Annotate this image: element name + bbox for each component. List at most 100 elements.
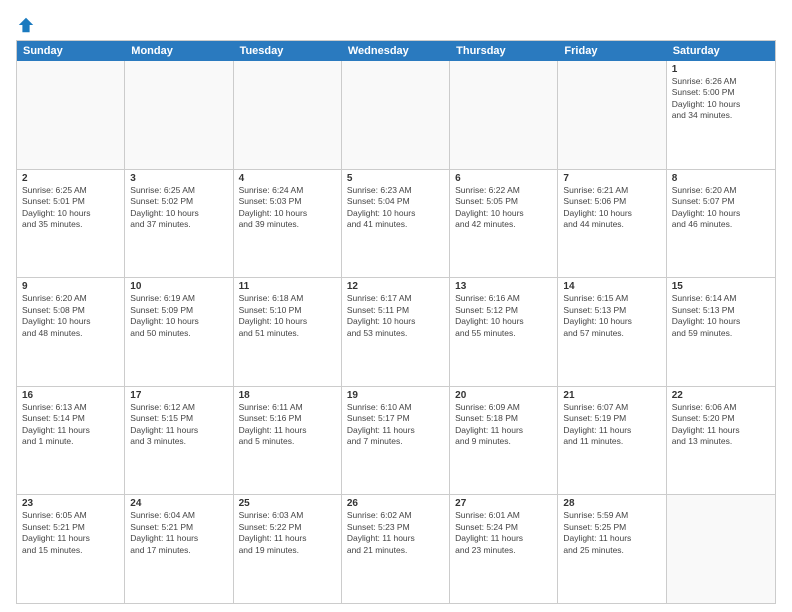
- day-number: 5: [347, 173, 444, 184]
- day-cell: 25Sunrise: 6:03 AM Sunset: 5:22 PM Dayli…: [234, 495, 342, 603]
- day-cell: 27Sunrise: 6:01 AM Sunset: 5:24 PM Dayli…: [450, 495, 558, 603]
- day-cell: 20Sunrise: 6:09 AM Sunset: 5:18 PM Dayli…: [450, 387, 558, 495]
- day-info: Sunrise: 6:10 AM Sunset: 5:17 PM Dayligh…: [347, 402, 444, 448]
- day-info: Sunrise: 6:12 AM Sunset: 5:15 PM Dayligh…: [130, 402, 227, 448]
- day-cell: 18Sunrise: 6:11 AM Sunset: 5:16 PM Dayli…: [234, 387, 342, 495]
- day-cell: 6Sunrise: 6:22 AM Sunset: 5:05 PM Daylig…: [450, 170, 558, 278]
- day-info: Sunrise: 6:01 AM Sunset: 5:24 PM Dayligh…: [455, 510, 552, 556]
- day-info: Sunrise: 6:09 AM Sunset: 5:18 PM Dayligh…: [455, 402, 552, 448]
- week-row-1: 1Sunrise: 6:26 AM Sunset: 5:00 PM Daylig…: [17, 61, 775, 169]
- day-cell: [450, 61, 558, 169]
- day-number: 24: [130, 498, 227, 509]
- day-info: Sunrise: 6:26 AM Sunset: 5:00 PM Dayligh…: [672, 76, 770, 122]
- day-header-thursday: Thursday: [450, 41, 558, 61]
- day-number: 22: [672, 390, 770, 401]
- day-info: Sunrise: 6:25 AM Sunset: 5:01 PM Dayligh…: [22, 185, 119, 231]
- day-number: 21: [563, 390, 660, 401]
- day-header-tuesday: Tuesday: [234, 41, 342, 61]
- day-number: 17: [130, 390, 227, 401]
- day-info: Sunrise: 6:02 AM Sunset: 5:23 PM Dayligh…: [347, 510, 444, 556]
- day-info: Sunrise: 6:25 AM Sunset: 5:02 PM Dayligh…: [130, 185, 227, 231]
- day-cell: 15Sunrise: 6:14 AM Sunset: 5:13 PM Dayli…: [667, 278, 775, 386]
- day-header-wednesday: Wednesday: [342, 41, 450, 61]
- day-info: Sunrise: 6:19 AM Sunset: 5:09 PM Dayligh…: [130, 293, 227, 339]
- day-info: Sunrise: 6:04 AM Sunset: 5:21 PM Dayligh…: [130, 510, 227, 556]
- day-info: Sunrise: 6:16 AM Sunset: 5:12 PM Dayligh…: [455, 293, 552, 339]
- day-cell: 19Sunrise: 6:10 AM Sunset: 5:17 PM Dayli…: [342, 387, 450, 495]
- day-number: 19: [347, 390, 444, 401]
- day-info: Sunrise: 6:17 AM Sunset: 5:11 PM Dayligh…: [347, 293, 444, 339]
- day-cell: 17Sunrise: 6:12 AM Sunset: 5:15 PM Dayli…: [125, 387, 233, 495]
- calendar: SundayMondayTuesdayWednesdayThursdayFrid…: [16, 40, 776, 604]
- week-row-5: 23Sunrise: 6:05 AM Sunset: 5:21 PM Dayli…: [17, 494, 775, 603]
- day-number: 9: [22, 281, 119, 292]
- day-number: 25: [239, 498, 336, 509]
- day-number: 18: [239, 390, 336, 401]
- header: [16, 12, 776, 34]
- week-row-2: 2Sunrise: 6:25 AM Sunset: 5:01 PM Daylig…: [17, 169, 775, 278]
- day-number: 2: [22, 173, 119, 184]
- day-cell: 26Sunrise: 6:02 AM Sunset: 5:23 PM Dayli…: [342, 495, 450, 603]
- day-info: Sunrise: 6:20 AM Sunset: 5:08 PM Dayligh…: [22, 293, 119, 339]
- day-headers: SundayMondayTuesdayWednesdayThursdayFrid…: [17, 41, 775, 61]
- day-cell: 28Sunrise: 5:59 AM Sunset: 5:25 PM Dayli…: [558, 495, 666, 603]
- day-cell: 14Sunrise: 6:15 AM Sunset: 5:13 PM Dayli…: [558, 278, 666, 386]
- day-info: Sunrise: 6:05 AM Sunset: 5:21 PM Dayligh…: [22, 510, 119, 556]
- day-cell: 9Sunrise: 6:20 AM Sunset: 5:08 PM Daylig…: [17, 278, 125, 386]
- day-info: Sunrise: 6:22 AM Sunset: 5:05 PM Dayligh…: [455, 185, 552, 231]
- day-number: 15: [672, 281, 770, 292]
- day-number: 14: [563, 281, 660, 292]
- day-cell: 10Sunrise: 6:19 AM Sunset: 5:09 PM Dayli…: [125, 278, 233, 386]
- day-number: 1: [672, 64, 770, 75]
- day-info: Sunrise: 6:23 AM Sunset: 5:04 PM Dayligh…: [347, 185, 444, 231]
- day-cell: 11Sunrise: 6:18 AM Sunset: 5:10 PM Dayli…: [234, 278, 342, 386]
- day-number: 6: [455, 173, 552, 184]
- day-cell: 2Sunrise: 6:25 AM Sunset: 5:01 PM Daylig…: [17, 170, 125, 278]
- day-cell: 7Sunrise: 6:21 AM Sunset: 5:06 PM Daylig…: [558, 170, 666, 278]
- day-cell: 16Sunrise: 6:13 AM Sunset: 5:14 PM Dayli…: [17, 387, 125, 495]
- day-number: 7: [563, 173, 660, 184]
- day-number: 11: [239, 281, 336, 292]
- day-info: Sunrise: 5:59 AM Sunset: 5:25 PM Dayligh…: [563, 510, 660, 556]
- day-info: Sunrise: 6:21 AM Sunset: 5:06 PM Dayligh…: [563, 185, 660, 231]
- day-number: 13: [455, 281, 552, 292]
- day-cell: 12Sunrise: 6:17 AM Sunset: 5:11 PM Dayli…: [342, 278, 450, 386]
- day-info: Sunrise: 6:13 AM Sunset: 5:14 PM Dayligh…: [22, 402, 119, 448]
- day-cell: 24Sunrise: 6:04 AM Sunset: 5:21 PM Dayli…: [125, 495, 233, 603]
- day-cell: 13Sunrise: 6:16 AM Sunset: 5:12 PM Dayli…: [450, 278, 558, 386]
- day-number: 26: [347, 498, 444, 509]
- week-row-4: 16Sunrise: 6:13 AM Sunset: 5:14 PM Dayli…: [17, 386, 775, 495]
- day-info: Sunrise: 6:06 AM Sunset: 5:20 PM Dayligh…: [672, 402, 770, 448]
- day-cell: 8Sunrise: 6:20 AM Sunset: 5:07 PM Daylig…: [667, 170, 775, 278]
- day-cell: 23Sunrise: 6:05 AM Sunset: 5:21 PM Dayli…: [17, 495, 125, 603]
- day-cell: 5Sunrise: 6:23 AM Sunset: 5:04 PM Daylig…: [342, 170, 450, 278]
- day-cell: [558, 61, 666, 169]
- day-number: 27: [455, 498, 552, 509]
- day-cell: 4Sunrise: 6:24 AM Sunset: 5:03 PM Daylig…: [234, 170, 342, 278]
- logo: [16, 16, 35, 34]
- day-cell: 22Sunrise: 6:06 AM Sunset: 5:20 PM Dayli…: [667, 387, 775, 495]
- day-number: 16: [22, 390, 119, 401]
- day-cell: [667, 495, 775, 603]
- day-header-monday: Monday: [125, 41, 233, 61]
- day-header-friday: Friday: [558, 41, 666, 61]
- day-number: 3: [130, 173, 227, 184]
- day-number: 20: [455, 390, 552, 401]
- day-cell: [234, 61, 342, 169]
- day-info: Sunrise: 6:18 AM Sunset: 5:10 PM Dayligh…: [239, 293, 336, 339]
- day-number: 23: [22, 498, 119, 509]
- day-cell: 21Sunrise: 6:07 AM Sunset: 5:19 PM Dayli…: [558, 387, 666, 495]
- day-info: Sunrise: 6:20 AM Sunset: 5:07 PM Dayligh…: [672, 185, 770, 231]
- week-row-3: 9Sunrise: 6:20 AM Sunset: 5:08 PM Daylig…: [17, 277, 775, 386]
- day-cell: [17, 61, 125, 169]
- day-number: 12: [347, 281, 444, 292]
- day-header-saturday: Saturday: [667, 41, 775, 61]
- day-info: Sunrise: 6:03 AM Sunset: 5:22 PM Dayligh…: [239, 510, 336, 556]
- day-info: Sunrise: 6:15 AM Sunset: 5:13 PM Dayligh…: [563, 293, 660, 339]
- day-cell: [342, 61, 450, 169]
- page: SundayMondayTuesdayWednesdayThursdayFrid…: [0, 0, 792, 612]
- day-number: 28: [563, 498, 660, 509]
- day-number: 10: [130, 281, 227, 292]
- day-header-sunday: Sunday: [17, 41, 125, 61]
- logo-icon: [17, 16, 35, 34]
